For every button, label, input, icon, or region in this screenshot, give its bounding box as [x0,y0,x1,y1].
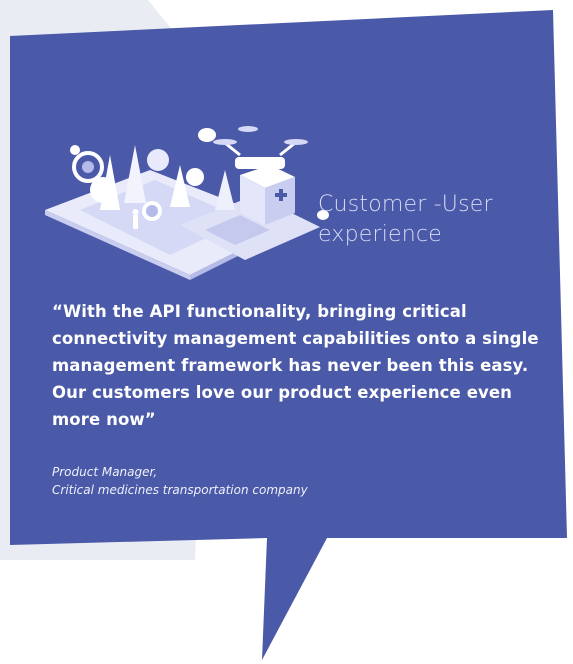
section-title-line-2: experience [318,222,442,247]
author-role: Product Manager, [52,465,158,479]
testimonial-attribution: Product Manager, Critical medicines tran… [52,463,512,499]
author-company: Critical medicines transportation compan… [52,483,308,497]
testimonial-quote: “With the API functionality, bringing cr… [52,302,539,429]
section-title-line-1: Customer -User [318,192,493,217]
section-title: Customer -User experience [318,190,558,250]
drone-delivery-illustration-icon [45,126,329,280]
